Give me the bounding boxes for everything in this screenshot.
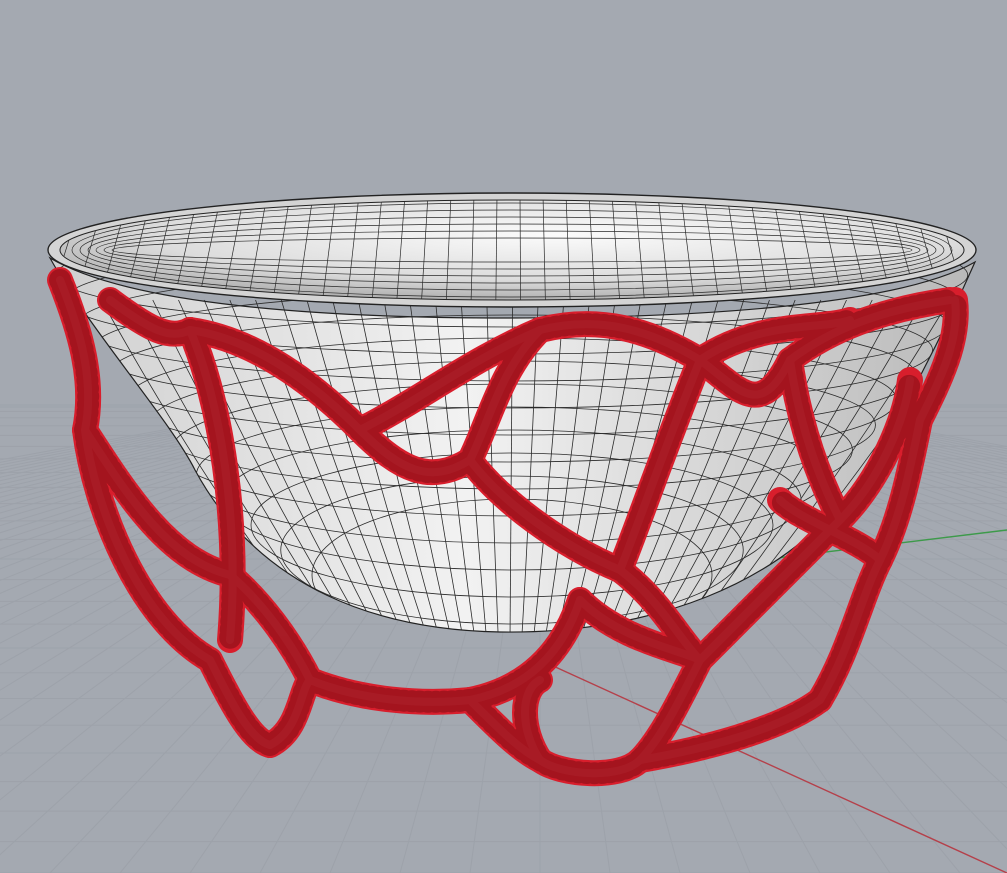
bowl-inner-surface — [59, 199, 965, 301]
viewport-scene[interactable] — [0, 0, 1007, 873]
3d-viewport[interactable] — [0, 0, 1007, 873]
